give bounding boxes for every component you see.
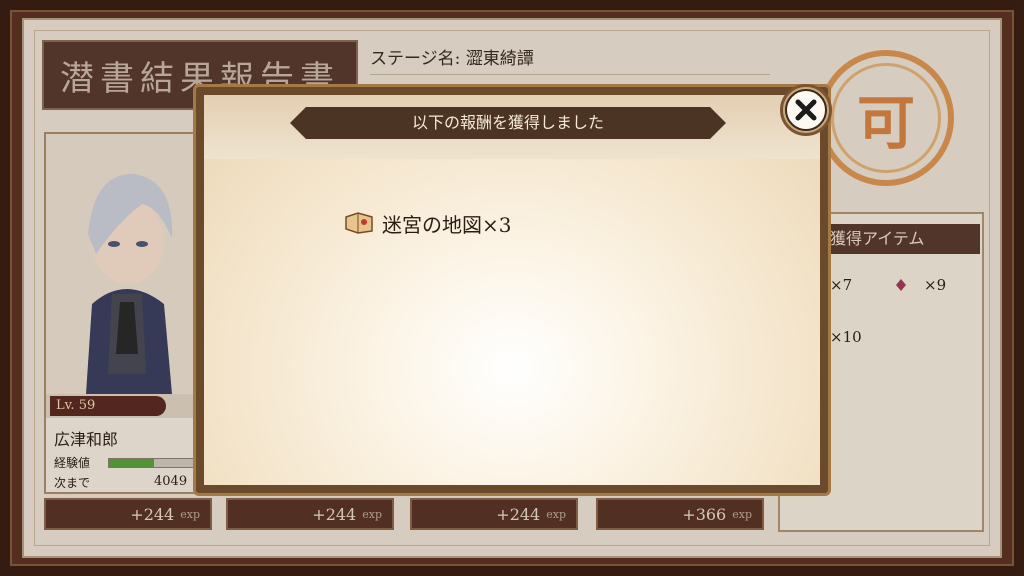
modal-title-band: 以下の報酬を獲得しました (290, 107, 726, 139)
close-icon (785, 89, 827, 131)
modal-title: 以下の報酬を獲得しました (411, 113, 604, 132)
reward-modal: 以下の報酬を獲得しました 迷宮の地図×3 (193, 84, 831, 496)
reward-text: 迷宮の地図×3 (382, 212, 512, 237)
close-button[interactable] (780, 84, 832, 136)
reward-modal-body: 以下の報酬を獲得しました 迷宮の地図×3 (204, 95, 820, 485)
reward-item: 迷宮の地図×3 (344, 209, 511, 237)
map-scroll-icon (345, 212, 373, 234)
